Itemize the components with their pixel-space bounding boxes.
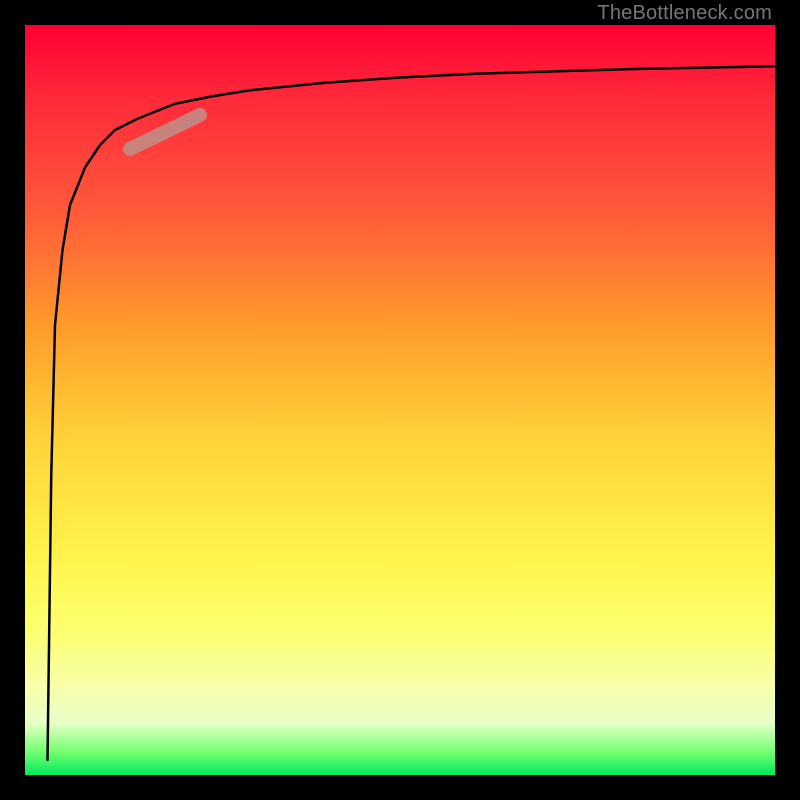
chart-frame: TheBottleneck.com: [0, 0, 800, 800]
attribution-text: TheBottleneck.com: [597, 2, 772, 25]
bottleneck-curve: [25, 25, 775, 775]
curve-path: [48, 66, 776, 760]
curve-marker: [130, 115, 200, 149]
